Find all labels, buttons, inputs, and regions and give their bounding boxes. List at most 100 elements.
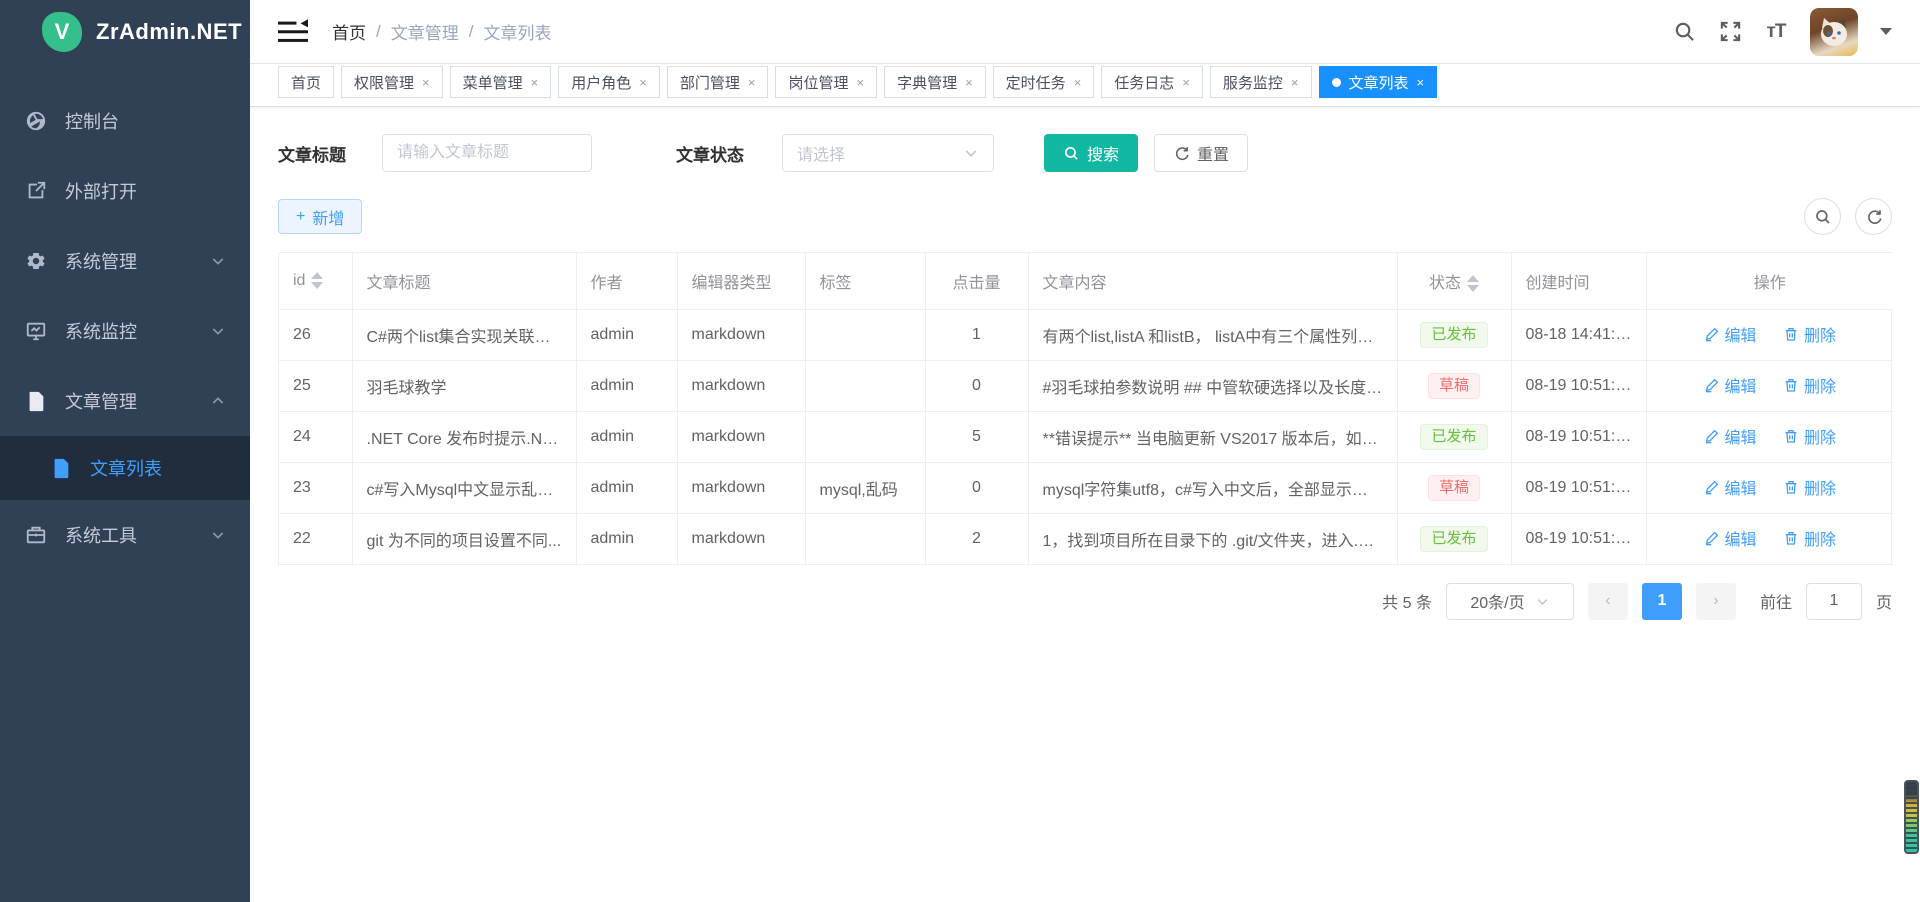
trash-icon (1783, 530, 1799, 546)
close-icon[interactable]: × (965, 75, 973, 90)
reset-button[interactable]: 重置 (1154, 134, 1248, 172)
prev-page-button[interactable]: ‹ (1588, 583, 1628, 620)
close-icon[interactable]: × (639, 75, 647, 90)
edit-button[interactable]: 编辑 (1704, 322, 1757, 346)
column-header[interactable]: 标签 (805, 253, 925, 309)
cell-id: 23 (279, 462, 352, 513)
pencil-icon (1704, 479, 1720, 495)
breadcrumb-level2: 文章管理 (391, 19, 459, 44)
sidebar-item-external-open[interactable]: 外部打开 (0, 156, 250, 226)
chevron-down-icon (1535, 594, 1550, 609)
search-button[interactable]: 搜索 (1044, 134, 1138, 172)
main-area: 首页 / 文章管理 / 文章列表 тT 首页 权限管理 × (250, 0, 1920, 902)
pencil-icon (1704, 326, 1720, 342)
cell-id: 24 (279, 411, 352, 462)
add-button[interactable]: + 新增 (278, 199, 362, 234)
page-1-button[interactable]: 1 (1642, 583, 1682, 620)
trash-icon (1783, 326, 1799, 342)
status-badge: 草稿 (1428, 475, 1480, 501)
close-icon[interactable]: × (1182, 75, 1190, 90)
close-icon[interactable]: × (531, 75, 539, 90)
goto-page-input[interactable] (1806, 583, 1862, 620)
tab[interactable]: 用户角色 × (558, 66, 660, 98)
status-badge: 草稿 (1428, 373, 1480, 399)
edit-button[interactable]: 编辑 (1704, 526, 1757, 550)
article-status-select[interactable]: 请选择 (782, 134, 994, 172)
table-toolbar: + 新增 (278, 198, 1892, 235)
edit-button[interactable]: 编辑 (1704, 424, 1757, 448)
tab[interactable]: 岗位管理 × (775, 66, 877, 98)
cell-editor-type: markdown (677, 360, 805, 411)
column-header[interactable]: 创建时间 (1511, 253, 1646, 309)
tab[interactable]: 文章列表 × (1319, 66, 1438, 98)
column-header[interactable]: 点击量 (925, 253, 1028, 309)
document-icon (25, 390, 47, 412)
sidebar-item-article-list[interactable]: 文章列表 (0, 436, 250, 500)
tab[interactable]: 服务监控 × (1210, 66, 1312, 98)
cell-editor-type: markdown (677, 513, 805, 564)
column-header[interactable]: 编辑器类型 (677, 253, 805, 309)
sidebar-item-article-management[interactable]: 文章管理 (0, 366, 250, 436)
column-header[interactable]: 状态 (1397, 253, 1511, 309)
next-page-button[interactable]: › (1696, 583, 1736, 620)
column-header[interactable]: 操作 (1646, 253, 1893, 309)
sidebar-item-system-monitoring[interactable]: 系统监控 (0, 296, 250, 366)
table-row: 24 .NET Core 发布时提示.NET... admin markdown… (279, 411, 1893, 462)
tab[interactable]: 首页 (278, 66, 334, 98)
article-title-label: 文章标题 (278, 141, 346, 166)
fullscreen-icon[interactable] (1718, 20, 1742, 44)
toolbox-icon (25, 524, 47, 546)
sort-icon[interactable] (1467, 275, 1479, 292)
article-title-input[interactable] (382, 134, 592, 172)
cell-clicks: 1 (925, 309, 1028, 360)
column-header[interactable]: id (279, 253, 352, 309)
sidebar-item-system-tools[interactable]: 系统工具 (0, 500, 250, 570)
delete-button[interactable]: 删除 (1783, 424, 1836, 448)
breadcrumb-home[interactable]: 首页 (332, 19, 366, 44)
page-size-select[interactable]: 20条/页 (1446, 583, 1574, 620)
font-size-icon[interactable]: тT (1764, 20, 1788, 44)
tab[interactable]: 定时任务 × (993, 66, 1095, 98)
delete-button[interactable]: 删除 (1783, 475, 1836, 499)
tab[interactable]: 菜单管理 × (450, 66, 552, 98)
column-header[interactable]: 作者 (576, 253, 677, 309)
close-icon[interactable]: × (748, 75, 756, 90)
sort-icon[interactable] (311, 272, 323, 289)
close-icon[interactable]: × (1417, 75, 1425, 90)
sidebar-item-dashboard[interactable]: 控制台 (0, 86, 250, 156)
collapse-sidebar-icon[interactable] (278, 19, 308, 45)
close-icon[interactable]: × (422, 75, 430, 90)
search-icon[interactable] (1672, 20, 1696, 44)
close-icon[interactable]: × (856, 75, 864, 90)
column-header[interactable]: 文章内容 (1028, 253, 1397, 309)
cell-actions: 编辑 删除 (1646, 360, 1893, 411)
delete-button[interactable]: 删除 (1783, 322, 1836, 346)
caret-down-icon[interactable] (1880, 28, 1892, 35)
close-icon[interactable]: × (1291, 75, 1299, 90)
tab[interactable]: 权限管理 × (341, 66, 443, 98)
tab[interactable]: 字典管理 × (884, 66, 986, 98)
edit-button[interactable]: 编辑 (1704, 475, 1757, 499)
tab[interactable]: 任务日志 × (1101, 66, 1203, 98)
cell-title: .NET Core 发布时提示.NET... (352, 411, 576, 462)
sidebar-item-system-management[interactable]: 系统管理 (0, 226, 250, 296)
chevron-down-icon (963, 145, 979, 161)
show-search-button[interactable] (1804, 198, 1841, 235)
reset-button-label: 重置 (1197, 141, 1229, 165)
status-badge: 已发布 (1420, 424, 1487, 450)
delete-button[interactable]: 删除 (1783, 373, 1836, 397)
column-header[interactable]: 文章标题 (352, 253, 576, 309)
cell-author: admin (576, 462, 677, 513)
delete-button[interactable]: 删除 (1783, 526, 1836, 550)
scroll-indicator[interactable] (1904, 780, 1919, 854)
cell-status: 已发布 (1397, 411, 1511, 462)
edit-button[interactable]: 编辑 (1704, 373, 1757, 397)
close-icon[interactable]: × (1074, 75, 1082, 90)
table-body: 26 C#两个list集合实现关联，... admin markdown 1 有… (279, 309, 1893, 564)
refresh-table-button[interactable] (1855, 198, 1892, 235)
pencil-icon (1704, 530, 1720, 546)
app-logo[interactable]: V ZrAdmin.NET (0, 0, 250, 64)
avatar[interactable] (1810, 8, 1858, 56)
tab[interactable]: 部门管理 × (667, 66, 769, 98)
cell-title: git 为不同的项目设置不同... (352, 513, 576, 564)
